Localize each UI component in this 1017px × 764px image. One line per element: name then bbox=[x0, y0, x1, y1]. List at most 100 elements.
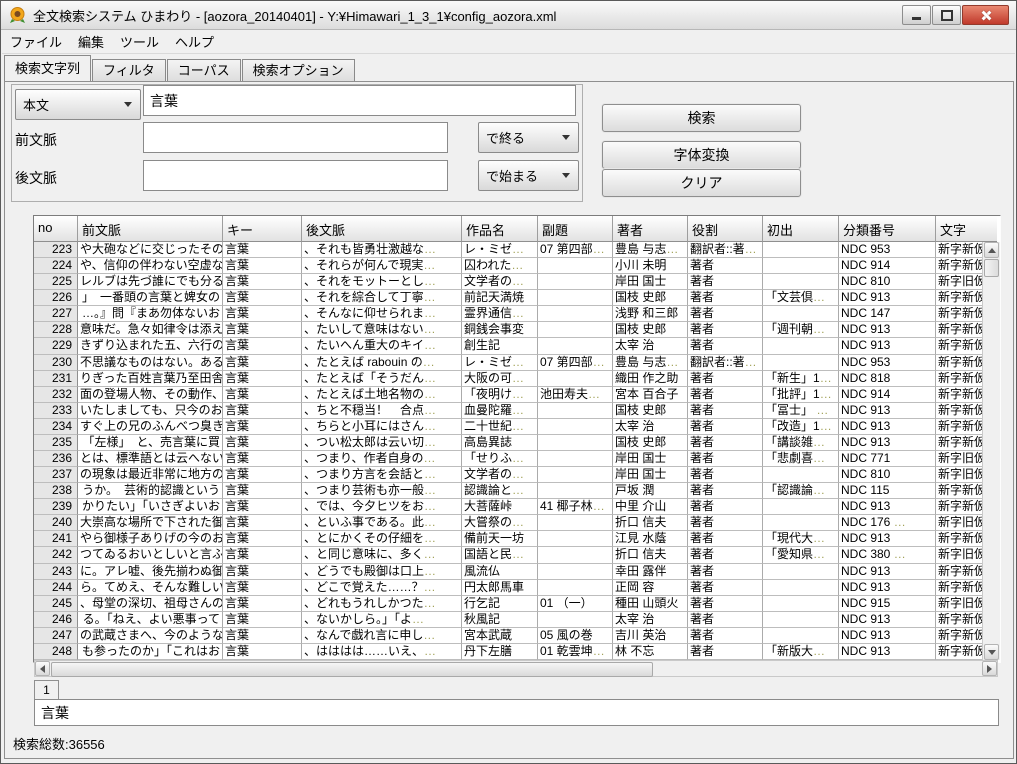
truncation-ellipsis: … bbox=[820, 419, 833, 433]
truncation-ellipsis: … bbox=[745, 242, 758, 256]
column-header-author[interactable]: 著者 bbox=[613, 216, 688, 242]
column-header-first-publication[interactable]: 初出 bbox=[763, 216, 839, 242]
cell-role: 著者 bbox=[688, 258, 763, 274]
cell-next-context: 、なんで戯れ言に申し… bbox=[302, 628, 462, 644]
tab-search-string[interactable]: 検索文字列 bbox=[4, 55, 91, 81]
menu-help[interactable]: ヘルプ bbox=[167, 29, 222, 54]
scroll-right-icon bbox=[987, 665, 992, 673]
menu-edit[interactable]: 編集 bbox=[70, 29, 112, 54]
glyph-convert-button[interactable]: 字体変換 bbox=[602, 141, 801, 169]
column-header-work-title[interactable]: 作品名 bbox=[462, 216, 538, 242]
cell-work-title: 前記天満焼 bbox=[462, 290, 538, 306]
scroll-down-button[interactable] bbox=[984, 644, 999, 660]
column-header-charset[interactable]: 文字 bbox=[936, 216, 997, 242]
tab-filter[interactable]: フィルタ bbox=[92, 59, 166, 81]
truncation-ellipsis: … bbox=[423, 355, 436, 369]
column-header-key[interactable]: キー bbox=[223, 216, 302, 242]
truncation-ellipsis: … bbox=[424, 596, 437, 610]
cell-ndc-number: NDC 914 bbox=[839, 258, 936, 274]
horizontal-scroll-thumb[interactable] bbox=[51, 662, 653, 677]
cell-no: 242 bbox=[34, 547, 78, 563]
cell-ndc-number: NDC 953 bbox=[839, 242, 936, 258]
cell-subtitle bbox=[538, 258, 613, 274]
cell-role: 著者 bbox=[688, 435, 763, 451]
table-row[interactable]: 225レルブは先づ誰にでも分る言葉、それをモットーとし…文学者の…岸田 国士著者… bbox=[34, 274, 1000, 290]
table-row[interactable]: 224や、信仰の伴わない空虚な言葉、それらが何んで現実…囚われた…小川 未明著者… bbox=[34, 258, 1000, 274]
cell-key: 言葉 bbox=[223, 483, 302, 499]
cell-subtitle: 05 風の巻 bbox=[538, 628, 613, 644]
prev-context-mode-select[interactable]: で終る bbox=[478, 122, 579, 153]
cell-author: 岸田 国士 bbox=[613, 274, 688, 290]
close-button[interactable] bbox=[962, 5, 1009, 25]
table-row[interactable]: 246る。「ねえ、よい悪事って言葉、ないかしら。」「よ…秋風記太宰 治著者NDC… bbox=[34, 612, 1000, 628]
table-row[interactable]: 228意味だ。急々如律令は添え言葉、たいして意味はない…銅銭会事変国枝 史郎著者… bbox=[34, 322, 1000, 338]
column-header-subtitle[interactable]: 副題 bbox=[538, 216, 613, 242]
table-row[interactable]: 232面の登場人物、その動作、言葉、たとえば土地名物の…「夜明け…池田寿夫…宮本… bbox=[34, 387, 1000, 403]
column-header-prev-context[interactable]: 前文脈 bbox=[78, 216, 223, 242]
scroll-right-button[interactable] bbox=[982, 661, 997, 676]
next-context-input[interactable] bbox=[143, 160, 448, 191]
column-header-next-context[interactable]: 後文脈 bbox=[302, 216, 462, 242]
column-header-role[interactable]: 役割 bbox=[688, 216, 763, 242]
vertical-scrollbar[interactable] bbox=[982, 242, 1000, 660]
cell-prev-context: やら御様子ありげの今のお bbox=[78, 531, 223, 547]
maximize-button[interactable] bbox=[932, 5, 961, 25]
cell-key: 言葉 bbox=[223, 403, 302, 419]
table-row[interactable]: 247の武蔵さまへ、今のような言葉、なんで戯れ言に申し…宮本武蔵05 風の巻吉川… bbox=[34, 628, 1000, 644]
table-row[interactable]: 233いたしましても、只今のお言葉、ちと不穏当！ 合点…血曼陀羅…国枝 史郎著者… bbox=[34, 403, 1000, 419]
table-row[interactable]: 237の現象は最近非常に地方の言葉、つまり方言を会話と…文学者の…岸田 国士著者… bbox=[34, 467, 1000, 483]
table-row[interactable]: 236とは、標準語とは云へない言葉、つまり、作者自身の…「せりふ…岸田 国士著者… bbox=[34, 451, 1000, 467]
tab-search-options[interactable]: 検索オプション bbox=[242, 59, 355, 81]
cell-author: 国枝 史郎 bbox=[613, 290, 688, 306]
cell-next-context: 、と同じ意味に、多く… bbox=[302, 547, 462, 563]
minimize-button[interactable] bbox=[902, 5, 931, 25]
column-header-ndc-number[interactable]: 分類番号 bbox=[839, 216, 936, 242]
menu-file[interactable]: ファイル bbox=[2, 29, 70, 54]
cell-no: 233 bbox=[34, 403, 78, 419]
horizontal-scrollbar[interactable] bbox=[34, 660, 998, 677]
table-row[interactable]: 234すぐ上の兄のふんべつ臭き言葉、ちらと小耳にはさん…二十世紀…太宰 治著者「… bbox=[34, 419, 1000, 435]
table-row[interactable]: 244ら。てめえ、そんな難しい言葉、どこで覚えた……？…円太郎馬車正岡 容著者N… bbox=[34, 580, 1000, 596]
table-row[interactable]: 243に。アレ嘘、後先揃わぬ御言葉、どうでも殿御は口上…風流仏幸田 露伴著者ND… bbox=[34, 564, 1000, 580]
cell-subtitle bbox=[538, 564, 613, 580]
cell-author: 豊島 与志… bbox=[613, 355, 688, 371]
scroll-up-button[interactable] bbox=[984, 242, 999, 258]
table-row[interactable]: 226」 一番頭の言葉と婢女の言葉、それを綜合して丁寧…前記天満焼国枝 史郎著者… bbox=[34, 290, 1000, 306]
table-row[interactable]: 241やら御様子ありげの今のお言葉、とにかくその仔細を…備前天一坊江見 水蔭著者… bbox=[34, 531, 1000, 547]
next-context-mode-select[interactable]: で始まる bbox=[478, 160, 579, 191]
truncation-ellipsis: … bbox=[424, 290, 437, 304]
scroll-left-button[interactable] bbox=[35, 661, 50, 676]
column-header-no[interactable]: no bbox=[34, 216, 78, 242]
result-page-tab[interactable]: 1 bbox=[34, 680, 59, 700]
truncation-ellipsis: … bbox=[424, 564, 437, 578]
truncation-ellipsis: … bbox=[813, 451, 826, 465]
table-row[interactable]: 227…。』問『まあ勿体ないお言葉、そんなに仰せられま…霊界通信…浅野 和三郎著… bbox=[34, 306, 1000, 322]
tab-corpus[interactable]: コーパス bbox=[167, 59, 241, 81]
title-bar[interactable]: 全文検索システム ひまわり - [aozora_20140401] - Y:¥H… bbox=[1, 1, 1016, 30]
vertical-scroll-thumb[interactable] bbox=[984, 259, 999, 277]
cell-no: 225 bbox=[34, 274, 78, 290]
search-button[interactable]: 検索 bbox=[602, 104, 801, 132]
selection-preview-field[interactable] bbox=[34, 699, 999, 726]
table-row[interactable]: 240大崇高な場所で下された御言葉、といふ事である。此…大嘗祭の…折口 信夫著者… bbox=[34, 515, 1000, 531]
table-row[interactable]: 230不思議なものはない。ある言葉、たとえば rabouin の…レ・ミゼ…07… bbox=[34, 355, 1000, 371]
clear-button[interactable]: クリア bbox=[602, 169, 801, 197]
table-row[interactable]: 242つてゐるおいとしいと言ふ言葉、と同じ意味に、多く…国語と民…折口 信夫著者… bbox=[34, 547, 1000, 563]
table-row[interactable]: 235「左様」 と、売言葉に買言葉、つい松太郎は云い切…高島異誌国枝 史郎著者「… bbox=[34, 435, 1000, 451]
prev-context-input[interactable] bbox=[143, 122, 448, 153]
cell-next-context: 、つまり、作者自身の… bbox=[302, 451, 462, 467]
table-row[interactable]: 223や大砲などに交じったその言葉、それも皆勇壮激越な…レ・ミゼ…07 第四部…… bbox=[34, 242, 1000, 258]
search-target-select[interactable]: 本文 bbox=[15, 89, 141, 120]
menu-tools[interactable]: ツール bbox=[112, 29, 167, 54]
query-input[interactable] bbox=[143, 85, 576, 116]
table-row[interactable]: 231りぎった百姓言葉乃至田舎言葉、たとえば「そうだん…大阪の可…織田 作之助著… bbox=[34, 371, 1000, 387]
table-row[interactable]: 245、母堂の深切、祖母さんの言葉、どれもうれしかつた…行乞記01 （一）種田 … bbox=[34, 596, 1000, 612]
table-row[interactable]: 238うか。 芸術的認識という言葉、つまり芸術も亦一般…認識論と…戸坂 潤著者「… bbox=[34, 483, 1000, 499]
table-row[interactable]: 248も参ったのか」「これはお言葉、はははは……いえ、…丹下左膳01 乾雲坤…林… bbox=[34, 644, 1000, 660]
cell-next-context: 、つい松太郎は云い切… bbox=[302, 435, 462, 451]
cell-prev-context: かりたい」「いさぎよいお bbox=[78, 499, 223, 515]
table-row[interactable]: 239かりたい」「いさぎよいお言葉、では、今夕ヒツをお…大菩薩峠41 椰子林…中… bbox=[34, 499, 1000, 515]
cell-first-publication bbox=[763, 499, 839, 515]
table-row[interactable]: 229きずり込まれた五、六行の言葉、たいへん重大のキイ…創生記太宰 治著者NDC… bbox=[34, 338, 1000, 354]
truncation-ellipsis: … bbox=[588, 387, 601, 401]
